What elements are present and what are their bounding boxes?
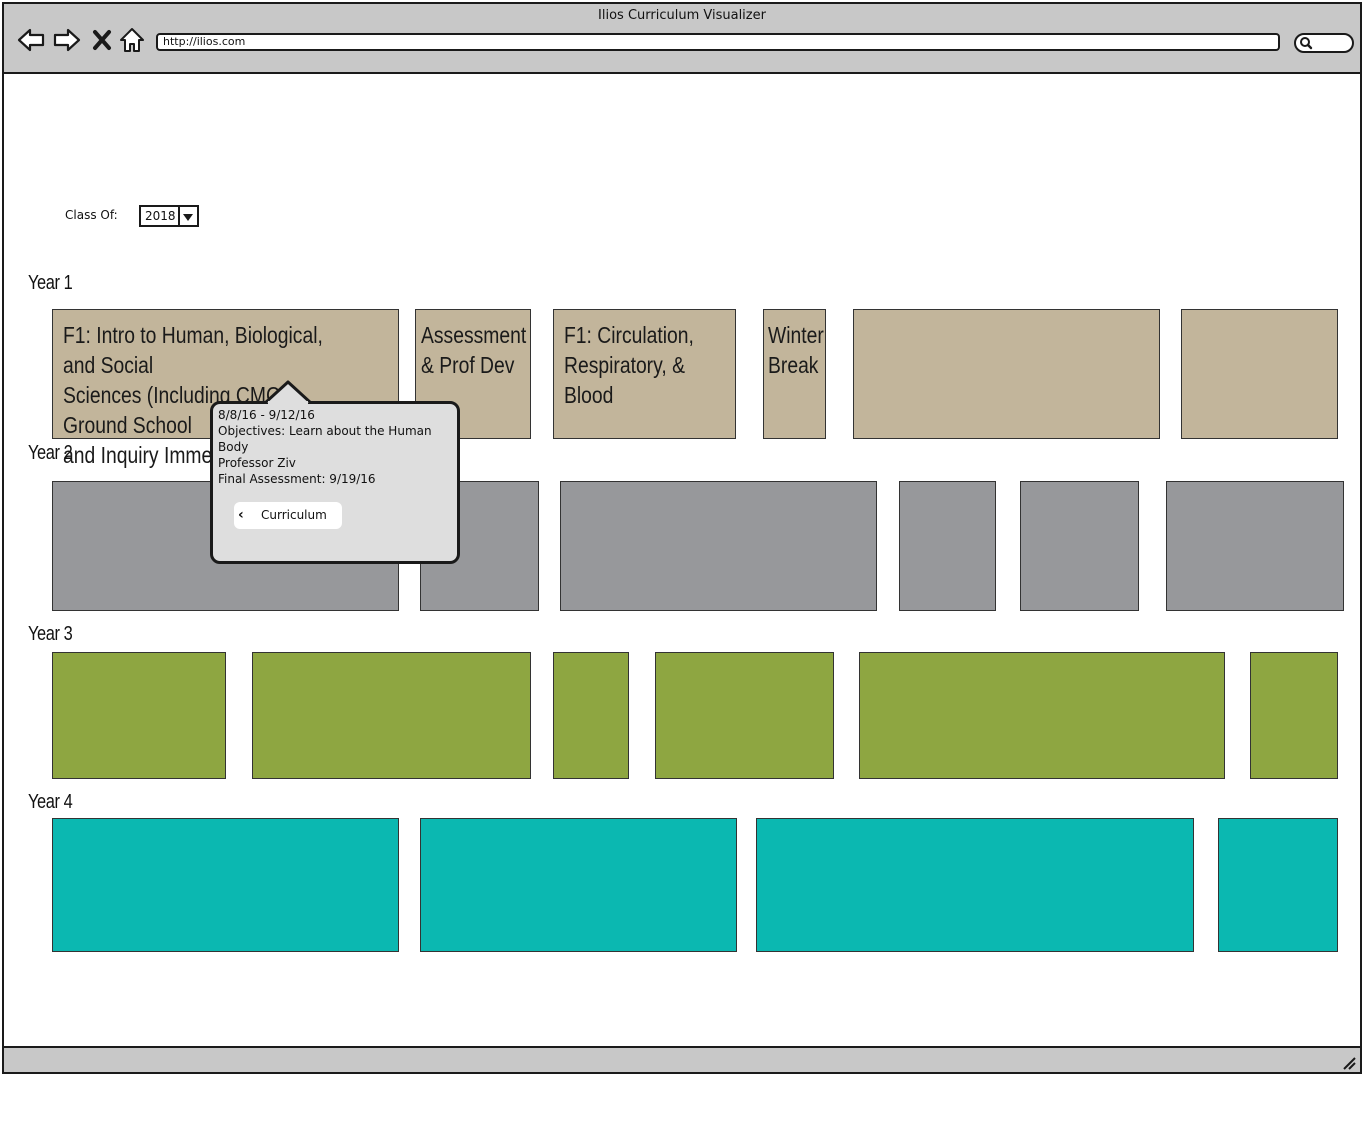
browser-toolbar: Ilios Curriculum Visualizer http://ilios… — [4, 4, 1360, 74]
class-of-select[interactable]: 2018 — [139, 205, 199, 227]
year-3-course-block[interactable] — [1250, 652, 1338, 779]
year-1-course-block[interactable]: Winter Break — [763, 309, 826, 439]
search-field[interactable] — [1294, 33, 1354, 53]
popover-pointer — [265, 380, 311, 404]
year-3-course-block[interactable] — [52, 652, 226, 779]
year-3-course-block[interactable] — [655, 652, 834, 779]
home-icon[interactable] — [118, 26, 146, 54]
year-4-course-block[interactable] — [420, 818, 737, 952]
year-2-course-block[interactable] — [1020, 481, 1139, 611]
year-2-label: Year 2 — [28, 442, 73, 464]
class-of-value: 2018 — [145, 209, 176, 223]
year-2-course-block[interactable] — [899, 481, 996, 611]
back-button-label: Curriculum — [261, 508, 327, 522]
chevron-left-icon: ‹ — [238, 507, 244, 523]
resize-grip-icon[interactable] — [1340, 1054, 1356, 1070]
year-4-label: Year 4 — [28, 791, 73, 813]
course-title: F1: Circulation, Respiratory, & Blood — [564, 322, 694, 408]
course-title: Winter Break — [768, 322, 824, 378]
stop-icon[interactable] — [90, 26, 114, 54]
year-1-course-block[interactable] — [1181, 309, 1338, 439]
year-4-course-block[interactable] — [1218, 818, 1338, 952]
back-arrow-icon[interactable] — [16, 26, 46, 54]
year-3-course-block[interactable] — [859, 652, 1225, 779]
year-4-course-block[interactable] — [52, 818, 399, 952]
course-dates: 8/8/16 - 9/12/16 — [218, 408, 315, 422]
course-title: Assessment & Prof Dev — [421, 322, 527, 378]
course-detail-popover: 8/8/16 - 9/12/16 Objectives: Learn about… — [210, 401, 460, 564]
search-icon — [1300, 37, 1313, 50]
address-bar[interactable]: http://ilios.com — [156, 33, 1280, 51]
course-objectives: Objectives: Learn about the Human Body — [218, 424, 432, 454]
year-2-course-block[interactable] — [560, 481, 877, 611]
popover-details: 8/8/16 - 9/12/16 Objectives: Learn about… — [218, 407, 432, 487]
final-assessment-date: Final Assessment: 9/19/16 — [218, 472, 376, 486]
year-3-course-block[interactable] — [553, 652, 629, 779]
year-4-course-block[interactable] — [756, 818, 1194, 952]
year-1-course-block[interactable] — [853, 309, 1160, 439]
window-title: Ilios Curriculum Visualizer — [598, 8, 766, 23]
dropdown-arrow-icon — [178, 207, 197, 225]
year-3-course-block[interactable] — [252, 652, 531, 779]
year-1-course-block[interactable]: F1: Circulation, Respiratory, & Blood — [553, 309, 736, 439]
forward-arrow-icon[interactable] — [52, 26, 82, 54]
year-3-label: Year 3 — [28, 623, 73, 645]
year-1-label: Year 1 — [28, 272, 73, 294]
back-to-curriculum-button[interactable]: ‹ Curriculum — [234, 502, 342, 529]
year-2-course-block[interactable] — [1166, 481, 1344, 611]
course-professor: Professor Ziv — [218, 456, 296, 470]
class-of-label: Class Of: — [65, 208, 118, 222]
status-bar — [4, 1046, 1360, 1072]
